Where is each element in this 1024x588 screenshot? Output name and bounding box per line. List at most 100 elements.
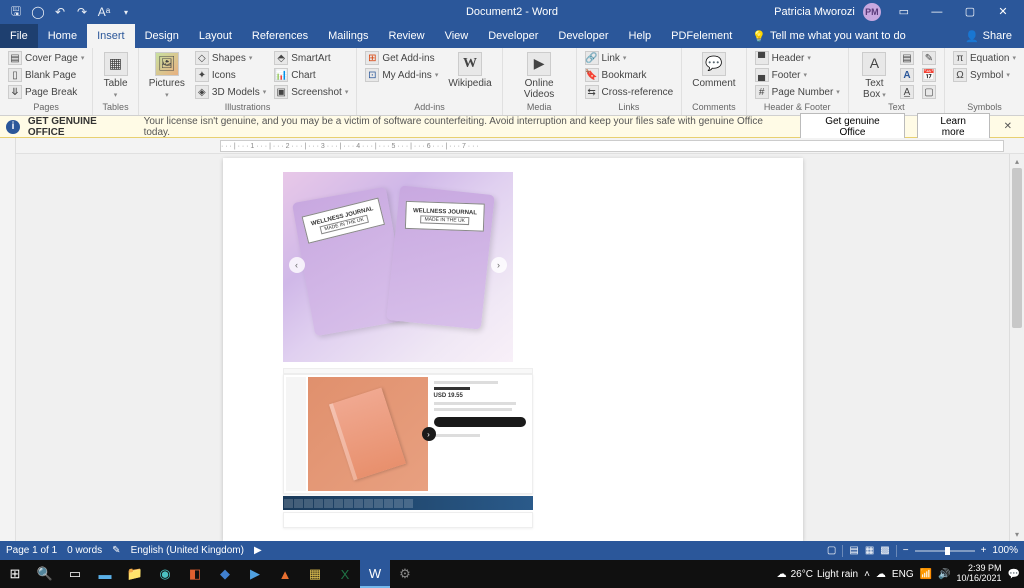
blank-page-button[interactable]: ▯Blank Page [6, 67, 86, 83]
textbox-button[interactable]: AText Box [855, 50, 894, 102]
vertical-ruler[interactable] [0, 154, 16, 541]
horizontal-ruler[interactable]: · · · | · · · 1 · · · | · · · 2 · · · | … [0, 138, 1024, 154]
smartart-button[interactable]: ⬘SmartArt [272, 50, 350, 66]
settings-icon[interactable]: ⚙ [390, 560, 420, 588]
user-avatar[interactable]: PM [863, 3, 881, 21]
scroll-down-icon[interactable]: ▾ [1010, 527, 1024, 541]
display-settings-icon[interactable]: ▢ [827, 545, 836, 556]
chart-button[interactable]: 📊Chart [272, 67, 350, 83]
page-break-button[interactable]: ⤋Page Break [6, 84, 86, 100]
tab-references[interactable]: References [242, 24, 318, 48]
user-name[interactable]: Patricia Mworozi [774, 6, 855, 18]
taskbar-app-3[interactable]: ◆ [210, 560, 240, 588]
crossref-button[interactable]: ⇆Cross-reference [583, 84, 676, 100]
tab-view[interactable]: View [435, 24, 479, 48]
tab-insert[interactable]: Insert [87, 24, 135, 48]
comment-button[interactable]: 💬Comment [688, 50, 739, 91]
print-layout-icon[interactable]: ▦ [865, 545, 874, 556]
tray-cloud-icon[interactable]: ☁ [876, 569, 886, 580]
redo-icon[interactable]: ↷ [74, 4, 90, 20]
minimize-icon[interactable]: — [922, 0, 952, 24]
save-icon[interactable]: 🖫 [8, 4, 24, 20]
touch-mode-icon[interactable]: Aᵃ [96, 4, 112, 20]
qat-icon[interactable]: ◯ [30, 4, 46, 20]
word-icon[interactable]: W [360, 560, 390, 588]
document-canvas[interactable]: WELLNESS JOURNALMADE IN THE UK WELLNESS … [16, 154, 1009, 541]
tab-layout[interactable]: Layout [189, 24, 242, 48]
header-button[interactable]: ▀Header [753, 50, 842, 66]
tab-file[interactable]: File [0, 24, 38, 48]
scroll-up-icon[interactable]: ▴ [1010, 154, 1024, 168]
zoom-out-icon[interactable]: − [903, 545, 909, 556]
my-addins-button[interactable]: ⊡My Add-ins [363, 67, 440, 83]
maximize-icon[interactable]: ▢ [955, 0, 985, 24]
page-indicator[interactable]: Page 1 of 1 [6, 545, 57, 556]
tab-review[interactable]: Review [379, 24, 435, 48]
notifications-icon[interactable]: 💬 [1008, 569, 1020, 580]
datetime-button[interactable]: 📅 [920, 67, 938, 83]
3d-models-button[interactable]: ◈3D Models [193, 84, 268, 100]
quickparts-button[interactable]: ▤ [898, 50, 916, 66]
online-videos-button[interactable]: ▶Online Videos [509, 50, 570, 102]
icons-button[interactable]: ✦Icons [193, 67, 268, 83]
warning-close-icon[interactable]: ✕ [998, 121, 1018, 132]
get-addins-button[interactable]: ⊞Get Add-ins [363, 50, 440, 66]
search-icon[interactable]: 🔍 [30, 560, 60, 588]
excel-icon[interactable]: X [330, 560, 360, 588]
qat-customize-icon[interactable]: ▾ [118, 4, 134, 20]
tray-lang[interactable]: ENG [892, 569, 914, 580]
get-genuine-button[interactable]: Get genuine Office [800, 113, 905, 141]
table-button[interactable]: ▦Table [99, 50, 131, 102]
close-icon[interactable]: ✕ [988, 0, 1018, 24]
link-button[interactable]: 🔗Link [583, 50, 676, 66]
start-button[interactable]: ⊞ [0, 560, 30, 588]
zoom-level[interactable]: 100% [992, 545, 1018, 556]
shapes-button[interactable]: ◇Shapes [193, 50, 268, 66]
undo-icon[interactable]: ↶ [52, 4, 68, 20]
scrollbar-thumb[interactable] [1012, 168, 1022, 328]
tray-chevron-icon[interactable]: ˄ [864, 569, 870, 580]
tell-me-search[interactable]: 💡 Tell me what you want to do [752, 30, 905, 43]
pictures-button[interactable]: 🖼Pictures [145, 50, 189, 102]
dropcap-button[interactable]: A̲ [898, 84, 916, 100]
wikipedia-button[interactable]: WWikipedia [444, 50, 495, 91]
vertical-scrollbar[interactable]: ▴ ▾ [1009, 154, 1024, 541]
sigline-button[interactable]: ✎ [920, 50, 938, 66]
share-button[interactable]: 👤 Share [965, 30, 1024, 43]
vlc-icon[interactable]: ▲ [270, 560, 300, 588]
task-view-icon[interactable]: ▭ [60, 560, 90, 588]
file-explorer-icon[interactable]: 📁 [120, 560, 150, 588]
bookmark-button[interactable]: 🔖Bookmark [583, 67, 676, 83]
tab-home[interactable]: Home [38, 24, 87, 48]
read-mode-icon[interactable]: ▤ [849, 545, 858, 556]
tab-design[interactable]: Design [135, 24, 189, 48]
edge-icon[interactable]: ◉ [150, 560, 180, 588]
tray-network-icon[interactable]: 📶 [920, 569, 932, 580]
symbol-button[interactable]: ΩSymbol [951, 67, 1018, 83]
system-clock[interactable]: 2:39 PM 10/16/2021 [957, 564, 1002, 584]
macro-icon[interactable]: ▶ [254, 545, 262, 556]
equation-button[interactable]: πEquation [951, 50, 1018, 66]
language-indicator[interactable]: English (United Kingdom) [131, 545, 244, 556]
page-number-button[interactable]: #Page Number [753, 84, 842, 100]
tab-help[interactable]: Help [619, 24, 662, 48]
tab-developer-2[interactable]: Developer [548, 24, 618, 48]
web-layout-icon[interactable]: ▩ [880, 545, 889, 556]
taskbar-app-4[interactable]: ▶ [240, 560, 270, 588]
screenshot-button[interactable]: ▣Screenshot [272, 84, 350, 100]
spellcheck-icon[interactable]: ✎ [112, 545, 120, 556]
wordart-button[interactable]: A [898, 67, 916, 83]
word-count[interactable]: 0 words [67, 545, 102, 556]
footer-button[interactable]: ▄Footer [753, 67, 842, 83]
taskbar-app-1[interactable]: ▬ [90, 560, 120, 588]
tray-volume-icon[interactable]: 🔊 [938, 569, 950, 580]
embedded-image-journals[interactable]: WELLNESS JOURNALMADE IN THE UK WELLNESS … [283, 172, 513, 362]
object-button[interactable]: ▢ [920, 84, 938, 100]
cover-page-button[interactable]: ▤Cover Page [6, 50, 86, 66]
tab-mailings[interactable]: Mailings [318, 24, 378, 48]
learn-more-button[interactable]: Learn more [917, 113, 990, 141]
zoom-slider[interactable] [915, 550, 975, 552]
zoom-in-icon[interactable]: + [981, 545, 987, 556]
taskbar-app-2[interactable]: ◧ [180, 560, 210, 588]
ribbon-options-icon[interactable]: ▭ [889, 0, 919, 24]
